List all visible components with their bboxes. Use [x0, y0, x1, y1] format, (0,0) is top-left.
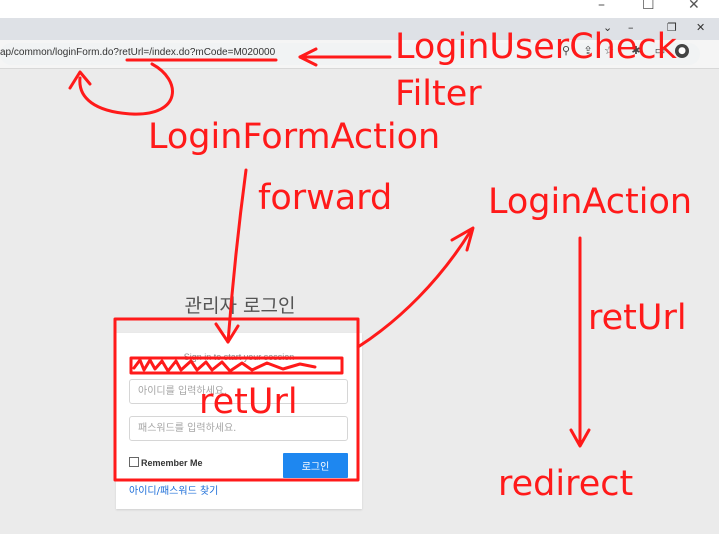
annotation-filter-line1: LoginUserCheck: [395, 27, 677, 67]
address-url[interactable]: ap/common/loginForm.do?retUrl=/index.do?…: [0, 47, 275, 58]
window-maximize-button[interactable]: ☐: [642, 0, 655, 13]
annotation-ret-url-right: retUrl: [588, 298, 687, 338]
window-title-bar: – ☐ ✕: [0, 0, 719, 18]
annotation-filter-line2: Filter: [395, 74, 482, 114]
annotation-ret-url-form: retUrl: [199, 382, 298, 422]
login-subtitle: Sign in to start your session: [183, 352, 295, 362]
profile-icon[interactable]: ●: [675, 44, 689, 58]
login-button[interactable]: 로그인: [283, 453, 348, 478]
annotation-login-action: LoginAction: [488, 182, 693, 222]
checkbox-box[interactable]: [129, 457, 139, 467]
browser-close-button[interactable]: ✕: [696, 21, 705, 34]
window-minimize-button[interactable]: –: [598, 0, 605, 13]
find-id-password-link[interactable]: 아이디/패스워드 찾기: [129, 482, 218, 497]
remember-me-checkbox[interactable]: Remember Me: [129, 457, 203, 468]
annotation-form-action: LoginFormAction: [148, 117, 441, 157]
annotation-forward: forward: [258, 178, 393, 218]
remember-me-label: Remember Me: [141, 458, 203, 468]
annotation-redirect: redirect: [498, 464, 634, 504]
login-title: 관리자 로그인: [184, 295, 296, 317]
window-close-button[interactable]: ✕: [688, 0, 700, 13]
